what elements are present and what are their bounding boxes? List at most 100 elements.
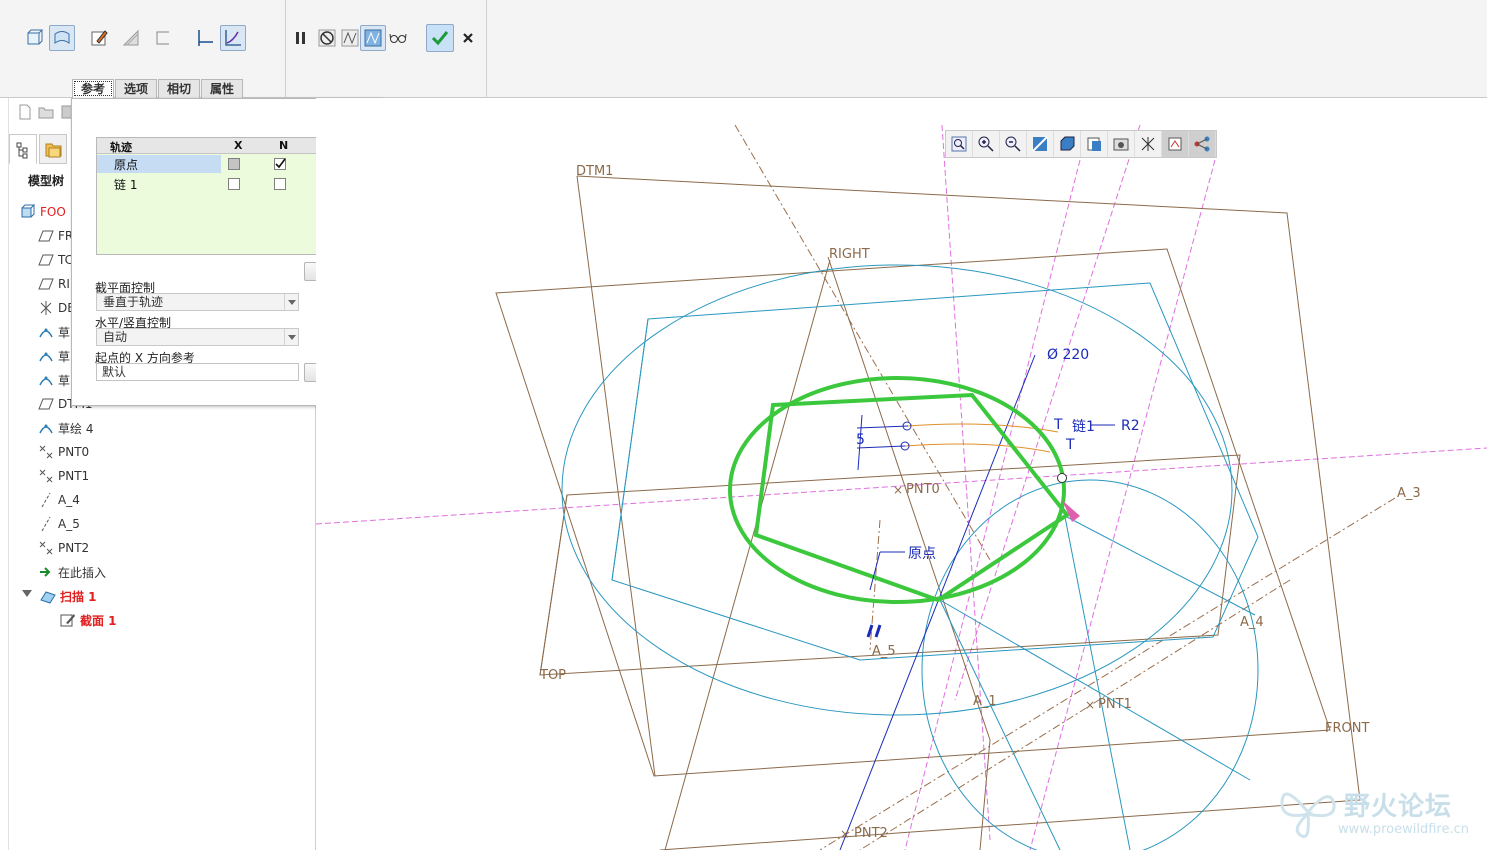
- datum-plane-icon: [38, 254, 54, 266]
- tree-node[interactable]: TC: [38, 250, 73, 270]
- datum-point-icon: [39, 541, 53, 555]
- tab-folder-browser[interactable]: [39, 134, 67, 164]
- datum-plane-icon: [38, 398, 54, 410]
- sketch-icon: [39, 328, 53, 338]
- watermark-title: 野火论坛: [1344, 792, 1453, 822]
- section-plane-select[interactable]: 垂直于轨迹: [96, 293, 299, 311]
- col-n: N: [279, 139, 289, 152]
- tab-references[interactable]: 参考: [72, 79, 115, 98]
- label-pnt2: PNT2: [854, 826, 888, 841]
- label-dtm1: DTM1: [576, 164, 613, 179]
- tree-node[interactable]: FOO: [20, 202, 66, 222]
- section-edit-icon: [60, 614, 75, 627]
- chevron-down-icon: [284, 329, 298, 345]
- zoom-out-icon[interactable]: [1000, 131, 1027, 157]
- x-checkbox[interactable]: [228, 178, 240, 190]
- new-file-icon[interactable]: [17, 104, 33, 120]
- sketch-icon: [39, 352, 53, 362]
- open-file-icon[interactable]: [38, 104, 54, 120]
- tree-node-label: 草: [58, 373, 71, 388]
- tree-node[interactable]: 草: [38, 322, 70, 342]
- zoom-in-icon[interactable]: [973, 131, 1000, 157]
- label-a3: A_3: [1397, 486, 1421, 501]
- label-a5: A_5: [872, 644, 896, 659]
- spin-center-icon[interactable]: [1189, 131, 1216, 157]
- svg-text:×: ×: [840, 827, 850, 841]
- tree-node[interactable]: PNT1: [38, 466, 89, 486]
- refit-icon[interactable]: [946, 131, 973, 157]
- tree-node-label: FOO: [40, 205, 66, 219]
- tree-node[interactable]: RI: [38, 274, 70, 294]
- label-pnt1: PNT1: [1098, 697, 1132, 712]
- model-tree-title: 模型树: [28, 174, 65, 188]
- label-dim5: 5: [856, 432, 865, 448]
- ok-check-icon[interactable]: [426, 24, 454, 52]
- model-tree-icon: [16, 142, 28, 159]
- tree-node[interactable]: A_4: [38, 490, 80, 510]
- saved-views-icon[interactable]: [1054, 131, 1081, 157]
- tree-node[interactable]: 草绘 4: [38, 418, 93, 438]
- tree-node[interactable]: 截面 1: [60, 610, 117, 630]
- surface-icon[interactable]: [49, 25, 75, 51]
- datum-display-icon[interactable]: [1135, 131, 1162, 157]
- verify-icon[interactable]: [360, 25, 386, 51]
- section-plane-value: 垂直于轨迹: [103, 295, 164, 309]
- cancel-x-icon[interactable]: [455, 25, 481, 51]
- perspective-icon[interactable]: [1108, 131, 1135, 157]
- variable-section-icon[interactable]: [220, 25, 246, 51]
- tab-properties[interactable]: 属性: [201, 79, 244, 98]
- x-direction-field[interactable]: 默认: [96, 363, 299, 381]
- insert-arrow-icon: [40, 567, 51, 577]
- glasses-icon[interactable]: [385, 25, 411, 51]
- repaint-icon[interactable]: [1027, 131, 1054, 157]
- hv-control-select[interactable]: 自动: [96, 328, 299, 346]
- n-checkbox[interactable]: [274, 178, 286, 190]
- datum-labels: DTM1 RIGHT TOP FRONT A_3 A_4 A_5 A_1 PNT…: [539, 164, 1421, 841]
- col-x: X: [234, 139, 243, 152]
- tree-node[interactable]: PNT2: [38, 538, 89, 558]
- label-top: TOP: [539, 668, 566, 683]
- tree-node-label: A_5: [58, 517, 80, 531]
- sketch-icon[interactable]: [86, 25, 112, 51]
- view-toolbar: [945, 130, 1217, 158]
- display-style-icon[interactable]: [1081, 131, 1108, 157]
- label-t: T: [1053, 417, 1063, 433]
- dashboard-ribbon: 参考 选项 相切 属性: [0, 0, 1487, 98]
- tree-node[interactable]: 扫描 1: [22, 586, 97, 606]
- label-t2: T: [1065, 437, 1075, 453]
- tree-node-label: A_4: [58, 493, 80, 507]
- tree-node-label: 扫描 1: [60, 589, 97, 604]
- tree-node[interactable]: PNT0: [38, 442, 89, 462]
- tree-node-label: 草: [58, 349, 71, 364]
- tree-node[interactable]: 草: [38, 346, 70, 366]
- datum-point-icon: [39, 445, 53, 459]
- thicken-icon[interactable]: [150, 25, 176, 51]
- graphics-window[interactable]: DTM1 RIGHT TOP FRONT A_3 A_4 A_5 A_1 PNT…: [316, 98, 1487, 850]
- solid-icon[interactable]: [21, 25, 47, 51]
- remove-material-icon[interactable]: [118, 25, 144, 51]
- watermark: 野火论坛 www.proewildfire.cn: [1278, 782, 1483, 842]
- tree-node[interactable]: A_5: [38, 514, 80, 534]
- annotation-display-icon[interactable]: [1162, 131, 1189, 157]
- start-point-icon[interactable]: [1057, 473, 1067, 483]
- datum-axis-icon: [41, 492, 51, 508]
- tree-node[interactable]: FR: [38, 226, 73, 246]
- tab-options[interactable]: 选项: [115, 79, 158, 98]
- col-trajectory: 轨迹: [110, 141, 132, 154]
- label-pnt0: PNT0: [906, 482, 940, 497]
- tree-node-label: PNT2: [58, 541, 90, 555]
- tree-node[interactable]: 在此插入: [38, 562, 106, 582]
- tree-node[interactable]: DE: [38, 298, 75, 318]
- expand-toggle-icon[interactable]: [22, 590, 32, 602]
- tab-tangency[interactable]: 相切: [158, 79, 201, 98]
- pause-icon[interactable]: [288, 25, 314, 51]
- constant-section-icon[interactable]: [192, 25, 218, 51]
- tab-model-tree[interactable]: [9, 134, 37, 164]
- tree-node[interactable]: 草: [38, 370, 70, 390]
- n-checkbox[interactable]: [274, 158, 286, 170]
- check-icon: [275, 158, 286, 169]
- label-chain: 链1: [1072, 419, 1095, 435]
- label-right: RIGHT: [829, 247, 870, 262]
- sketch-icon: [39, 424, 53, 434]
- tree-node-label: 截面 1: [80, 613, 117, 628]
